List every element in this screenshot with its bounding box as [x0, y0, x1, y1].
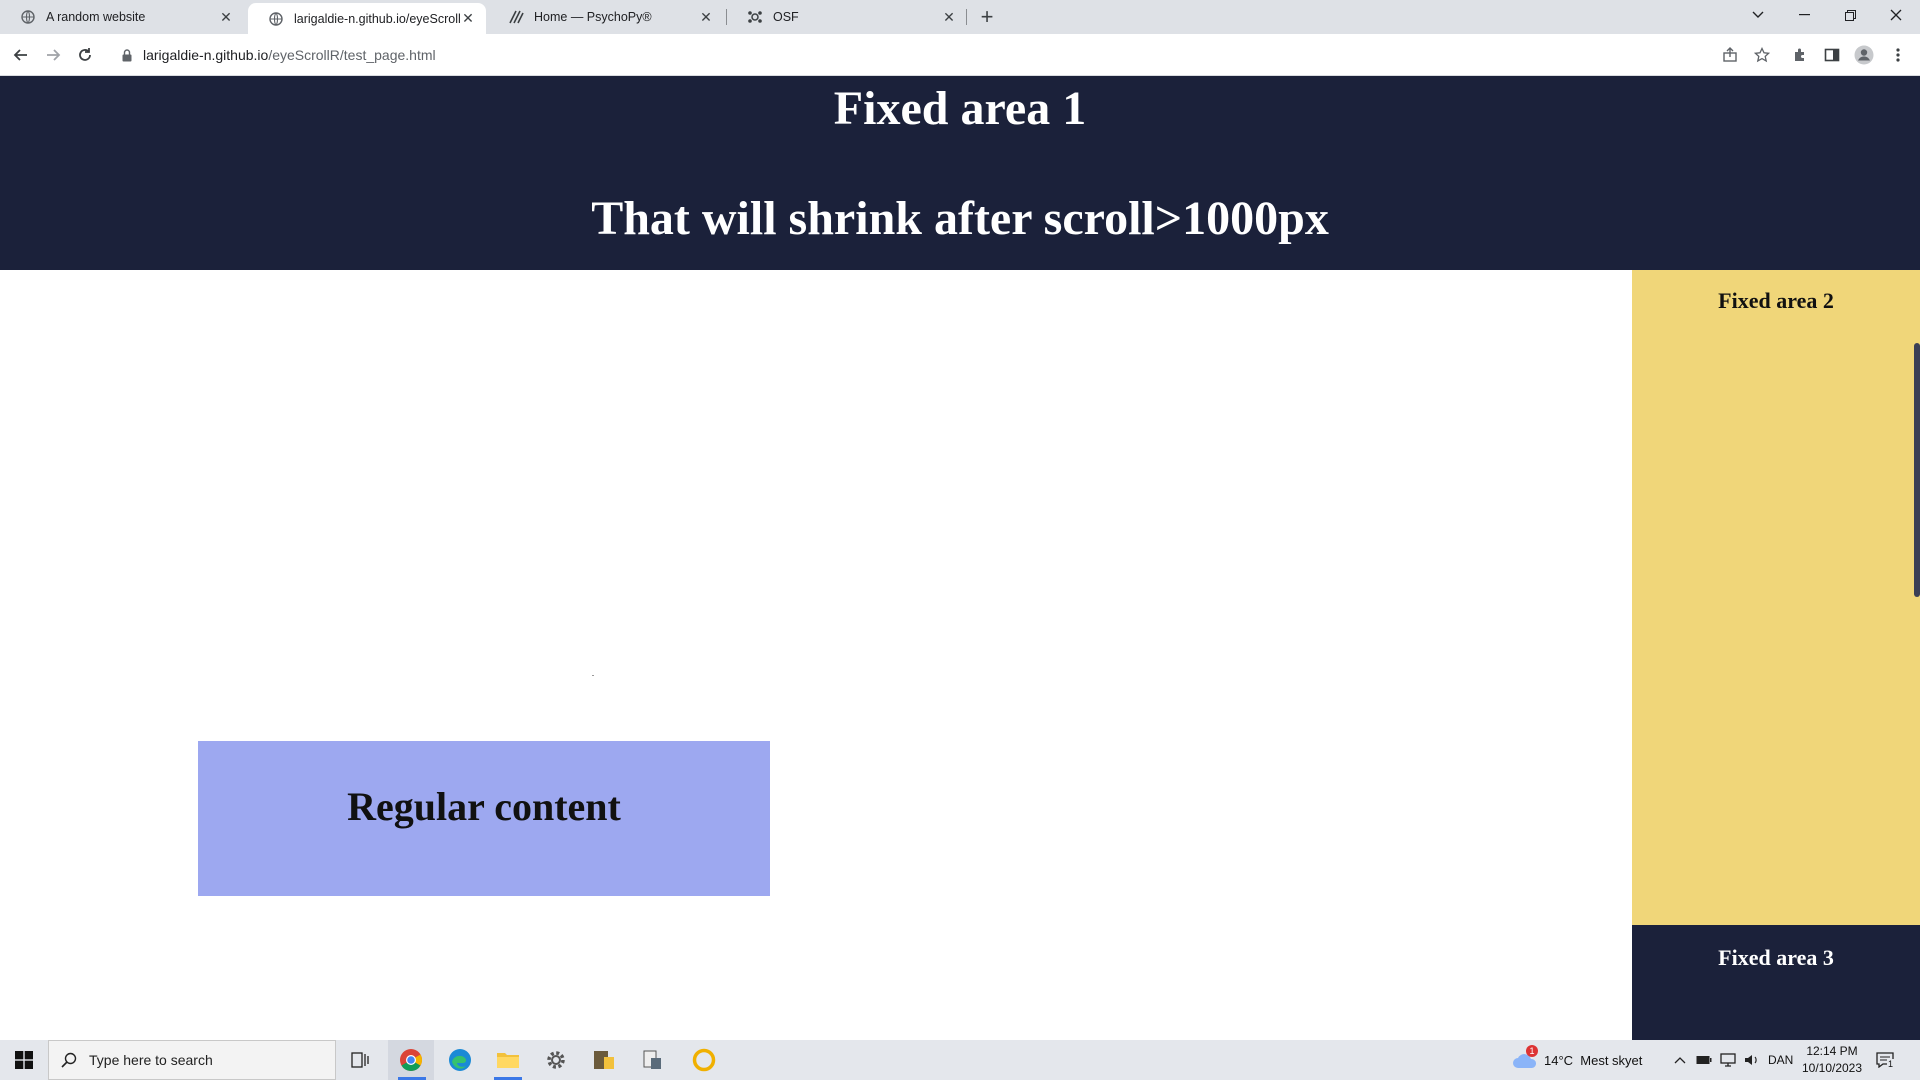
clock-date: 10/10/2023	[1801, 1061, 1863, 1075]
osf-icon	[747, 9, 763, 25]
tab-eyescrollr[interactable]: larigaldie-n.github.io/eyeScrollR ✕	[248, 3, 486, 34]
browser-toolbar: larigaldie-n.github.io/eyeScrollR/test_p…	[0, 34, 1920, 76]
psychopy-icon	[508, 9, 524, 25]
fixed-area-3-label: Fixed area 3	[1718, 945, 1834, 970]
tab-separator	[966, 9, 967, 25]
share-icon[interactable]	[1718, 43, 1742, 67]
tab-psychopy[interactable]: Home — PsychoPy® ✕	[488, 0, 724, 34]
extensions-puzzle-icon[interactable]	[1788, 43, 1812, 67]
document-app-icon[interactable]	[628, 1040, 676, 1080]
tray-overflow-chevron-icon[interactable]	[1674, 1040, 1686, 1080]
clock-time: 12:14 PM	[1806, 1044, 1858, 1058]
notification-count: 1	[1887, 1059, 1895, 1069]
file-explorer-icon[interactable]	[484, 1040, 532, 1080]
page-viewport[interactable]: Fixed area 1 That will shrink after scro…	[0, 76, 1920, 1040]
restore-icon[interactable]	[1827, 0, 1873, 30]
tab-label: larigaldie-n.github.io/eyeScrollR	[294, 11, 460, 26]
browser-titlebar: A random website ✕ larigaldie-n.github.i…	[0, 0, 1920, 34]
address-bar[interactable]: larigaldie-n.github.io/eyeScrollR/test_p…	[110, 38, 1780, 72]
weather-alert-badge: 1	[1526, 1045, 1538, 1057]
reload-icon[interactable]	[73, 43, 97, 67]
taskbar-search-placeholder: Type here to search	[89, 1052, 213, 1068]
windows-start-icon[interactable]	[0, 1040, 48, 1080]
weather-text: 14°C Mest skyet	[1544, 1052, 1643, 1068]
fixed-area-2: Fixed area 2	[1632, 270, 1920, 925]
fixed-area-1-subtitle: That will shrink after scroll>1000px	[591, 192, 1329, 245]
notifications-icon[interactable]: 1	[1876, 1040, 1895, 1080]
bookmark-star-icon[interactable]	[1750, 43, 1774, 67]
tobii-ring-icon[interactable]	[680, 1040, 728, 1080]
weather-widget[interactable]: 1 14°C Mest skyet	[1512, 1040, 1642, 1080]
network-icon[interactable]	[1720, 1040, 1736, 1080]
fixed-area-2-label: Fixed area 2	[1718, 288, 1834, 313]
close-icon[interactable]: ✕	[941, 9, 957, 25]
regular-content: Regular content	[198, 741, 770, 896]
battery-icon[interactable]	[1696, 1040, 1712, 1080]
url-text: larigaldie-n.github.io/eyeScrollR/test_p…	[143, 47, 436, 63]
close-window-icon[interactable]	[1873, 0, 1919, 30]
taskbar-search-box[interactable]: Type here to search	[48, 1040, 336, 1080]
page-scrollbar[interactable]	[1914, 76, 1920, 1040]
input-language[interactable]: DAN	[1768, 1040, 1793, 1080]
back-arrow-icon[interactable]	[9, 43, 33, 67]
side-panel-icon[interactable]	[1820, 43, 1844, 67]
search-icon	[61, 1052, 77, 1068]
close-icon[interactable]: ✕	[698, 9, 714, 25]
chrome-taskbar-icon[interactable]	[388, 1040, 434, 1080]
psychopy-taskbar-icon[interactable]	[580, 1040, 628, 1080]
menu-kebab-icon[interactable]	[1886, 43, 1910, 67]
stray-dot	[592, 675, 594, 676]
tab-osf[interactable]: OSF ✕	[727, 0, 967, 34]
close-icon[interactable]: ✕	[460, 10, 476, 27]
windows-taskbar: Type here to search 1 14°C Mest skyet DA…	[0, 1040, 1920, 1080]
lock-icon[interactable]	[120, 48, 134, 62]
minimize-icon[interactable]	[1781, 0, 1827, 30]
volume-icon[interactable]	[1744, 1040, 1760, 1080]
close-icon[interactable]: ✕	[218, 9, 234, 25]
task-view-icon[interactable]	[336, 1040, 384, 1080]
tab-a-random-website[interactable]: A random website ✕	[0, 0, 244, 34]
new-tab-button[interactable]: +	[975, 4, 999, 29]
settings-gear-icon[interactable]	[532, 1040, 580, 1080]
regular-content-label: Regular content	[347, 784, 621, 829]
fixed-area-1: Fixed area 1 That will shrink after scro…	[0, 76, 1920, 270]
globe-icon	[20, 9, 36, 25]
tab-label: OSF	[773, 10, 799, 24]
cloud-weather-icon: 1	[1512, 1045, 1538, 1069]
fixed-area-1-title: Fixed area 1	[833, 82, 1087, 135]
tab-label: Home — PsychoPy®	[534, 10, 652, 24]
forward-arrow-icon[interactable]	[41, 43, 65, 67]
globe-icon	[268, 11, 284, 27]
url-host: larigaldie-n.github.io	[143, 47, 269, 63]
tab-search-chevron-icon[interactable]	[1735, 0, 1781, 30]
tab-label: A random website	[46, 10, 146, 24]
url-path: /eyeScrollR/test_page.html	[268, 47, 436, 63]
edge-taskbar-icon[interactable]	[436, 1040, 484, 1080]
scrollbar-thumb[interactable]	[1914, 343, 1920, 597]
fixed-area-3: Fixed area 3	[1632, 925, 1920, 1040]
profile-avatar-icon[interactable]	[1852, 43, 1876, 67]
taskbar-clock[interactable]: 12:14 PM 10/10/2023	[1800, 1043, 1864, 1077]
